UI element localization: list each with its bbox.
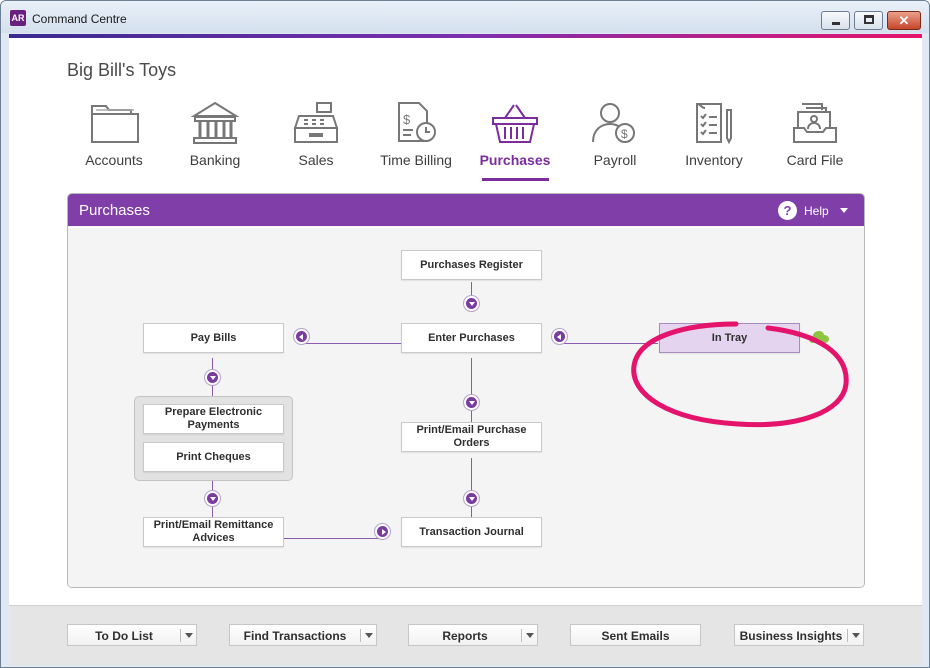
nav-purchases[interactable]: Purchases [467, 100, 563, 182]
nav-label: Inventory [685, 152, 743, 168]
nav-inventory[interactable]: Inventory [666, 100, 762, 182]
button-label: Find Transactions [243, 629, 347, 643]
bank-icon [190, 101, 240, 144]
find-transactions-button[interactable]: Find Transactions [229, 624, 377, 646]
button-label: To Do List [95, 629, 153, 643]
nav-label: Accounts [85, 152, 143, 168]
print-email-purchase-orders-button[interactable]: Print/Email Purchase Orders [401, 422, 542, 452]
chevron-down-icon[interactable] [365, 633, 373, 638]
connector-line [284, 538, 384, 539]
chevron-down-icon[interactable] [840, 208, 848, 213]
arrow-down-icon [463, 295, 480, 312]
button-label: Sent Emails [601, 629, 670, 643]
nav-banking[interactable]: Banking [167, 100, 263, 182]
business-insights-button[interactable]: Business Insights [734, 624, 864, 646]
enter-purchases-button[interactable]: Enter Purchases [401, 323, 542, 353]
purchases-panel: Purchases ? Help Purchases Register Ente… [67, 193, 865, 588]
nav-label: Time Billing [380, 152, 452, 168]
checklist-icon [696, 103, 732, 145]
cloud-icon [809, 331, 829, 343]
arrow-down-icon [463, 490, 480, 507]
nav-label: Sales [298, 152, 334, 168]
chevron-down-icon[interactable] [526, 633, 534, 638]
button-label: Business Insights [739, 629, 843, 643]
prepare-electronic-payments-button[interactable]: Prepare Electronic Payments [143, 404, 284, 434]
svg-text:$: $ [621, 127, 628, 141]
nav-time-billing[interactable]: $ Time Billing [368, 100, 464, 182]
separator [521, 629, 522, 642]
flow-diagram: Purchases Register Enter Purchases Pay B… [68, 227, 864, 587]
arrow-down-icon [204, 369, 221, 386]
window-title: Command Centre [32, 12, 127, 26]
help-icon[interactable]: ? [778, 201, 797, 220]
sent-emails-button[interactable]: Sent Emails [570, 624, 701, 646]
arrow-down-icon [204, 490, 221, 507]
nav-label: Card File [786, 152, 844, 168]
connector-line [558, 343, 658, 344]
nav-label: Banking [189, 152, 241, 168]
folder-icon [91, 105, 139, 143]
print-email-remittance-advices-button[interactable]: Print/Email Remittance Advices [143, 517, 284, 547]
nav-card-file[interactable]: Card File [767, 100, 863, 182]
nav-label: Payroll [593, 152, 637, 168]
separator [180, 629, 181, 642]
chevron-down-icon[interactable] [852, 633, 860, 638]
company-name: Big Bill's Toys [67, 60, 177, 80]
connector-line [301, 343, 401, 344]
card-file-icon [793, 103, 837, 143]
svg-text:$: $ [403, 112, 411, 127]
maximize-button[interactable] [854, 11, 883, 30]
nav-accounts[interactable]: Accounts [66, 100, 162, 182]
cash-register-icon [293, 102, 339, 143]
nav-payroll[interactable]: $ Payroll [567, 100, 663, 182]
pay-bills-button[interactable]: Pay Bills [143, 323, 284, 353]
separator [360, 629, 361, 642]
maximize-icon [864, 15, 874, 24]
to-do-list-button[interactable]: To Do List [67, 624, 197, 646]
nav-sales[interactable]: Sales [268, 100, 364, 182]
chevron-down-icon[interactable] [185, 633, 193, 638]
main-area: Big Bill's Toys Accounts Banking Sales $… [9, 38, 922, 605]
arrow-left-icon [551, 328, 568, 345]
shopping-basket-icon [492, 104, 538, 143]
nav-label: Purchases [479, 152, 551, 168]
person-dollar-icon: $ [592, 103, 635, 143]
command-centre-window: AR Command Centre ✕ Big Bill's Toys Acco… [0, 0, 930, 668]
active-tab-indicator [482, 178, 549, 181]
separator [847, 629, 848, 642]
in-tray-button[interactable]: In Tray [659, 323, 800, 353]
arrow-left-icon [293, 328, 310, 345]
transaction-journal-button[interactable]: Transaction Journal [401, 517, 542, 547]
reports-button[interactable]: Reports [408, 624, 538, 646]
panel-header: Purchases ? Help [68, 194, 864, 226]
arrow-right-icon [374, 523, 391, 540]
app-logo-icon: AR [10, 10, 26, 26]
panel-title: Purchases [79, 202, 150, 219]
bottom-toolbar: To Do List Find Transactions Reports Sen… [9, 605, 922, 665]
help-link[interactable]: Help [804, 204, 829, 218]
timesheet-clock-icon: $ [398, 102, 436, 142]
arrow-down-icon [463, 394, 480, 411]
minimize-button[interactable] [821, 11, 850, 30]
minimize-icon [832, 22, 840, 25]
close-button[interactable]: ✕ [887, 11, 921, 30]
title-bar[interactable]: AR Command Centre ✕ [1, 1, 929, 33]
close-icon: ✕ [898, 13, 910, 28]
print-cheques-button[interactable]: Print Cheques [143, 442, 284, 472]
button-label: Reports [442, 629, 488, 643]
purchases-register-button[interactable]: Purchases Register [401, 250, 542, 280]
